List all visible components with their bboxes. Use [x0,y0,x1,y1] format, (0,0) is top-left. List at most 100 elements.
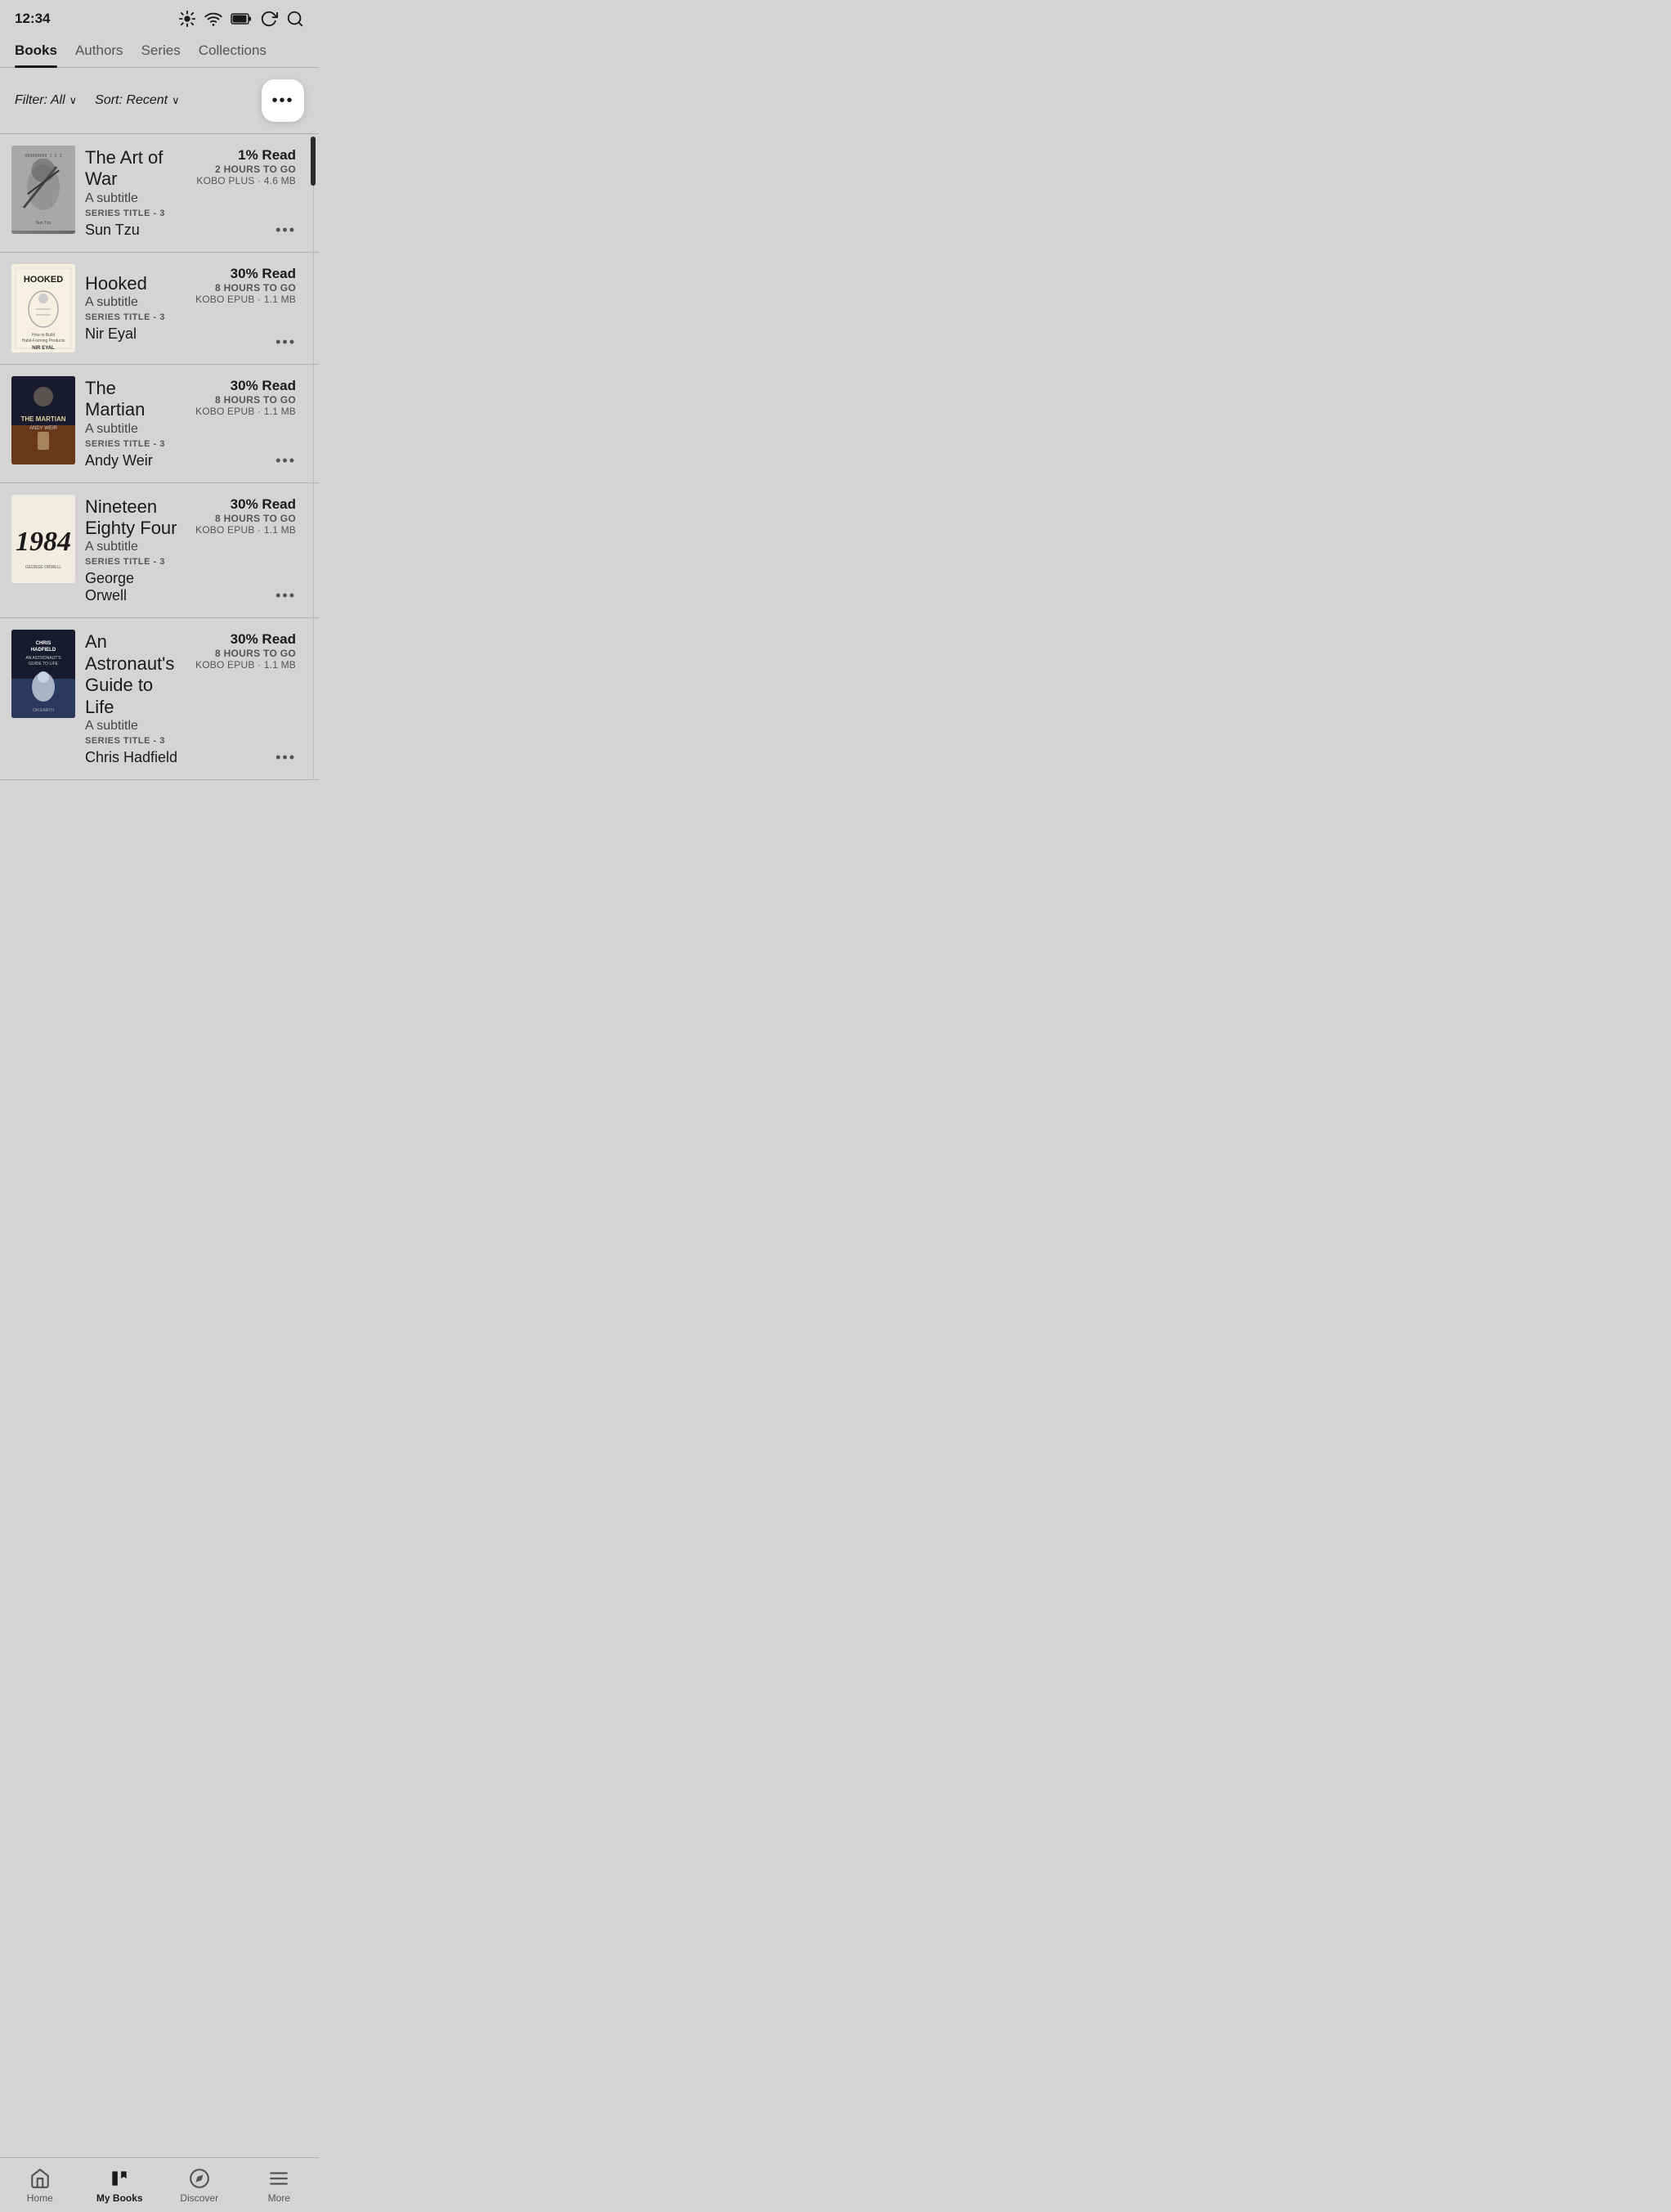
sync-icon [260,10,278,28]
book-title-the-martian: The Martian [85,378,180,421]
book-cover-1984: 1984 GEORGE ORWELL [11,495,75,583]
status-icons [178,10,304,28]
book-subtitle-art-of-war: A subtitle [85,191,180,206]
hours-to-go-astronaut: 8 HOURS TO GO [195,648,296,659]
search-icon[interactable] [286,10,304,28]
my-books-icon [109,2168,130,2189]
book-subtitle-astronaut: A subtitle [85,719,180,734]
book-stats-1984: 30% Read 8 HOURS TO GO KOBO EPUB · 1.1 M… [190,495,296,607]
scrollbar-line [313,186,314,780]
filter-button[interactable]: Filter: All ∨ [15,93,77,108]
book-list: 000000000 1 3 1 Sun Tzu The Art of War A… [0,133,319,780]
book-info-hooked: Hooked A subtitle SERIES TITLE - 3 Nir E… [75,264,190,352]
scrollbar-track [311,133,316,780]
svg-text:Sun Tzu: Sun Tzu [36,221,52,226]
book-list-wrapper: 000000000 1 3 1 Sun Tzu The Art of War A… [0,133,319,780]
book-stats-art-of-war: 1% Read 2 HOURS TO GO KOBO PLUS · 4.6 MB… [190,146,296,240]
discover-icon [189,2168,210,2189]
wifi-icon [204,10,222,28]
book-series-1984: SERIES TITLE - 3 [85,557,180,567]
hours-to-go-art-of-war: 2 HOURS TO GO [196,164,296,175]
tab-collections[interactable]: Collections [199,43,267,67]
book-cover-hooked: HOOKED How to Build Habit-Forming Produc… [11,264,75,352]
svg-text:GUIDE TO LIFE: GUIDE TO LIFE [29,662,59,666]
item-menu-1984[interactable]: ••• [276,587,296,604]
book-item-1984[interactable]: 1984 GEORGE ORWELL Nineteen Eighty Four … [0,483,319,619]
book-title-1984: Nineteen Eighty Four [85,496,180,540]
sort-button[interactable]: Sort: Recent ∨ [95,93,179,108]
svg-text:NIR EYAL: NIR EYAL [32,346,55,351]
nav-item-discover[interactable]: Discover [159,2158,240,2212]
svg-text:1984: 1984 [16,527,71,557]
svg-text:GEORGE ORWELL: GEORGE ORWELL [25,565,62,570]
hours-to-go-hooked: 8 HOURS TO GO [195,282,296,294]
filter-chevron-icon: ∨ [69,94,78,107]
status-time: 12:34 [15,11,50,27]
sort-label: Sort: Recent [95,93,168,108]
nav-label-my-books: My Books [96,2192,143,2204]
tab-series[interactable]: Series [141,43,181,67]
options-button[interactable]: ••• [262,79,304,122]
svg-text:HADFIELD: HADFIELD [31,648,56,653]
read-pct-the-martian: 30% Read [195,378,296,394]
book-author-astronaut: Chris Hadfield [85,749,180,766]
book-author-art-of-war: Sun Tzu [85,222,180,239]
filter-left: Filter: All ∨ Sort: Recent ∨ [15,93,180,108]
book-series-the-martian: SERIES TITLE - 3 [85,439,180,449]
book-cover-astronaut: CHRIS HADFIELD AN ASTRONAUT'S GUIDE TO L… [11,630,75,718]
nav-item-home[interactable]: Home [0,2158,80,2212]
item-menu-hooked[interactable]: ••• [276,334,296,351]
hours-to-go-the-martian: 8 HOURS TO GO [195,394,296,406]
read-pct-1984: 30% Read [195,496,296,513]
read-pct-astronaut: 30% Read [195,631,296,648]
book-subtitle-hooked: A subtitle [85,295,180,310]
tabs-bar: Books Authors Series Collections [0,34,319,68]
book-item-the-martian[interactable]: THE MARTIAN ANDY WEIR The Martian A subt… [0,365,319,483]
book-info-art-of-war: The Art of War A subtitle SERIES TITLE -… [75,146,190,240]
svg-text:AN ASTRONAUT'S: AN ASTRONAUT'S [25,656,61,661]
filter-bar: Filter: All ∨ Sort: Recent ∨ ••• [0,68,319,133]
book-source-art-of-war: KOBO PLUS · 4.6 MB [196,175,296,186]
sort-chevron-icon: ∨ [172,94,180,107]
book-stats-astronaut: 30% Read 8 HOURS TO GO KOBO EPUB · 1.1 M… [190,630,296,768]
tab-books[interactable]: Books [15,43,57,67]
book-subtitle-the-martian: A subtitle [85,422,180,437]
item-menu-art-of-war[interactable]: ••• [276,222,296,239]
svg-text:Habit-Forming Products: Habit-Forming Products [22,339,65,343]
battery-icon [231,11,252,26]
book-item-art-of-war[interactable]: 000000000 1 3 1 Sun Tzu The Art of War A… [0,134,319,253]
book-source-astronaut: KOBO EPUB · 1.1 MB [195,659,296,671]
book-info-astronaut: An Astronaut's Guide to Life A subtitle … [75,630,190,768]
nav-item-more[interactable]: More [240,2158,320,2212]
scrollbar-thumb[interactable] [311,137,316,186]
book-stats-top-1984: 30% Read 8 HOURS TO GO KOBO EPUB · 1.1 M… [195,496,296,536]
book-author-1984: George Orwell [85,570,180,604]
nav-item-my-books[interactable]: My Books [80,2158,160,2212]
book-item-astronaut[interactable]: CHRIS HADFIELD AN ASTRONAUT'S GUIDE TO L… [0,618,319,780]
status-bar: 12:34 [0,0,319,34]
app-container: 12:34 [0,0,319,846]
book-title-astronaut: An Astronaut's Guide to Life [85,631,180,718]
book-stats-top-the-martian: 30% Read 8 HOURS TO GO KOBO EPUB · 1.1 M… [195,378,296,417]
hours-to-go-1984: 8 HOURS TO GO [195,513,296,524]
book-stats-the-martian: 30% Read 8 HOURS TO GO KOBO EPUB · 1.1 M… [190,376,296,471]
book-item-hooked[interactable]: HOOKED How to Build Habit-Forming Produc… [0,253,319,365]
book-source-the-martian: KOBO EPUB · 1.1 MB [195,406,296,417]
book-title-art-of-war: The Art of War [85,147,180,191]
brightness-icon [178,10,196,28]
book-info-1984: Nineteen Eighty Four A subtitle SERIES T… [75,495,190,607]
read-pct-hooked: 30% Read [195,266,296,282]
book-cover-the-martian: THE MARTIAN ANDY WEIR [11,376,75,464]
nav-label-discover: Discover [180,2192,218,2204]
svg-text:CHRIS: CHRIS [36,641,52,646]
svg-text:ANDY WEIR: ANDY WEIR [29,426,58,431]
book-series-hooked: SERIES TITLE - 3 [85,312,180,322]
svg-text:THE MARTIAN: THE MARTIAN [20,415,65,423]
item-menu-the-martian[interactable]: ••• [276,452,296,469]
item-menu-astronaut[interactable]: ••• [276,749,296,766]
bottom-nav: Home My Books Discover More [0,2157,319,2212]
book-source-hooked: KOBO EPUB · 1.1 MB [195,294,296,305]
tab-authors[interactable]: Authors [75,43,123,67]
book-info-the-martian: The Martian A subtitle SERIES TITLE - 3 … [75,376,190,471]
book-series-art-of-war: SERIES TITLE - 3 [85,209,180,218]
